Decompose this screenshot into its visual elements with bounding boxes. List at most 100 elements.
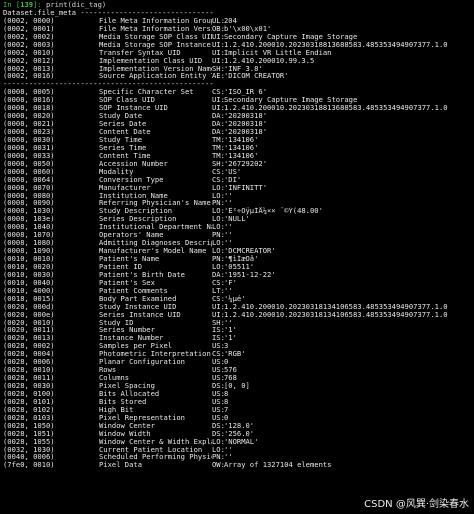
dicom-element-row: (0002, 0002) Media Storage SOP Class UID U…	[3, 33, 473, 41]
element-name: Rows	[99, 366, 117, 375]
dicom-element-row: (0010, 4000) Patient Comments LT: ''	[3, 287, 473, 295]
dicom-element-row: (0002, 0010) Transfer Syntax UID UI: Implic…	[3, 49, 473, 57]
dicom-element-row: (0018, 0015) Body Part Examined CS: '¼µé'	[3, 295, 473, 303]
element-name: Columns	[99, 374, 130, 382]
dicom-element-row: (0008, 0070) Manufacturer LO: 'INFINITT'	[3, 184, 473, 192]
dicom-element-row: (0040, 0006) Scheduled Performing Physici…	[3, 453, 473, 461]
dicom-element-row: (7fe0, 0010) Pixel Data OW: Array of 132710…	[3, 461, 473, 469]
dicom-element-row: (0008, 0030) Study Time TM: '134106'	[3, 136, 473, 144]
element-tag: (0008, 0031)	[3, 143, 55, 152]
element-value: '1'	[224, 334, 237, 343]
element-value: 3	[224, 342, 229, 351]
element-vr: SH:	[212, 64, 224, 73]
dicom-element-row: (0010, 0040) Patient's Sex CS: 'F'	[3, 279, 473, 287]
element-value: ''	[224, 286, 233, 295]
prompt-close: ]:	[33, 1, 42, 9]
element-value: 'INFINITT'	[224, 183, 267, 192]
element-value: ''	[224, 318, 233, 327]
element-value: '20200318'	[224, 128, 267, 136]
element-name: Pixel Data	[99, 461, 142, 470]
element-name: Study Description	[99, 207, 173, 216]
dicom-element-row: (0028, 1055) Window Center & Width Explan…	[3, 438, 473, 446]
element-vr: US:	[212, 405, 224, 414]
element-tag: (7fe0, 0010)	[3, 461, 55, 470]
dicom-element-row: (0008, 0080) Institution Name LO: ''	[3, 192, 473, 200]
element-vr: DA:	[212, 120, 224, 128]
element-tag: (0018, 0015)	[3, 294, 55, 303]
element-name: Content Time	[99, 151, 151, 160]
element-value: ''	[224, 239, 233, 248]
element-tag: (0028, 0006)	[3, 358, 55, 367]
dicom-element-row: (0008, 1080) Admitting Diagnoses Descript…	[3, 239, 473, 247]
element-tag: (0002, 0016)	[3, 72, 55, 81]
element-vr: OB:	[212, 24, 224, 33]
element-vr: LO:	[212, 191, 224, 200]
element-name: Study Instance UID	[99, 302, 177, 311]
element-vr: UI:	[212, 310, 224, 319]
element-value: 'F'	[224, 278, 237, 287]
element-name: Series Instance UID	[99, 310, 181, 319]
dicom-element-row: (0028, 1050) Window Center DS: '128.0'	[3, 422, 473, 430]
element-tag: (0008, 0030)	[3, 135, 55, 144]
element-tag: (0002, 0003)	[3, 40, 55, 49]
element-value: '26729202'	[224, 159, 267, 168]
element-name: Referring Physician's Name	[99, 199, 211, 208]
dicom-element-row: (0020, 0010) Study ID SH: ''	[3, 319, 473, 327]
element-value: 'RGB'	[224, 350, 246, 359]
element-tag: (0008, 0005)	[3, 88, 55, 97]
element-vr: OW:	[212, 461, 224, 470]
element-name: Study Time	[99, 135, 142, 144]
element-name: Window Center & Width Explanation	[99, 437, 212, 446]
element-name: Accession Number	[99, 159, 168, 168]
element-vr: DS:	[212, 421, 224, 430]
dicom-element-row: (0028, 0101) Bits Stored US: 8	[3, 398, 473, 406]
element-vr: DA:	[212, 128, 224, 136]
element-tag: (0028, 0103)	[3, 413, 55, 422]
element-value: 8	[224, 397, 229, 406]
dicom-element-row: (0008, 0090) Referring Physician's Name PN…	[3, 199, 473, 207]
element-name: Series Number	[99, 326, 155, 335]
element-vr: TM:	[212, 135, 224, 144]
element-vr: TM:	[212, 143, 224, 152]
element-name: File Meta Information Version	[99, 24, 212, 33]
dicom-element-row: (0008, 1030) Study Description LO: 'Ê²÷ÕÿµÍ…	[3, 207, 473, 215]
dicom-element-row: (0008, 1040) Institutional Department Nam…	[3, 223, 473, 231]
element-value: ''	[224, 199, 233, 208]
element-value: ''	[224, 231, 233, 240]
element-tag: (0002, 0012)	[3, 56, 55, 65]
element-name: Institutional Department Name	[99, 223, 212, 232]
element-vr: UI:	[212, 96, 224, 105]
element-name: Implementation Version Name	[99, 64, 212, 73]
element-value: '20200318'	[224, 112, 267, 121]
element-value: 768	[224, 374, 237, 382]
element-name: Patient Comments	[99, 286, 168, 295]
element-name: Body Part Examined	[99, 294, 177, 303]
element-value: 7	[224, 405, 229, 414]
element-tag: (0032, 1030)	[3, 445, 55, 454]
element-value: ''	[224, 223, 233, 232]
element-name: Patient's Birth Date	[99, 270, 185, 279]
element-value: '256.0'	[224, 429, 255, 438]
element-tag: (0028, 0004)	[3, 350, 55, 359]
element-name: Patient's Sex	[99, 278, 155, 287]
element-tag: (0008, 1030)	[3, 207, 55, 216]
element-vr: US:	[212, 374, 224, 382]
element-tag: (0008, 1070)	[3, 231, 55, 240]
element-vr: US:	[212, 397, 224, 406]
element-vr: PN:	[212, 453, 224, 462]
dicom-element-row: (0008, 0005) Specific Character Set CS: 'IS…	[3, 88, 473, 96]
element-vr: LO:	[212, 223, 224, 232]
dicom-element-row: (0002, 0012) Implementation Class UID UI: 1…	[3, 57, 473, 65]
dicom-element-row: (0008, 0018) SOP Instance UID UI: 1.2.410.2…	[3, 104, 473, 112]
element-vr: US:	[212, 413, 224, 422]
element-vr: LO:	[212, 247, 224, 255]
element-tag: (0008, 0064)	[3, 175, 55, 184]
dicom-element-row: (0008, 0064) Conversion Type CS: 'DI'	[3, 176, 473, 184]
file-meta-rows: (0002, 0000) File Meta Information Group …	[3, 17, 473, 81]
element-vr: LO:	[212, 183, 224, 192]
dicom-element-row: (0008, 0021) Series Date DA: '20200318'	[3, 120, 473, 128]
element-value: '134106'	[224, 135, 259, 144]
element-value: '1951-12-22'	[224, 270, 276, 279]
element-vr: LO:	[212, 239, 224, 248]
dicom-element-row: (0020, 0011) Series Number IS: '1'	[3, 326, 473, 334]
